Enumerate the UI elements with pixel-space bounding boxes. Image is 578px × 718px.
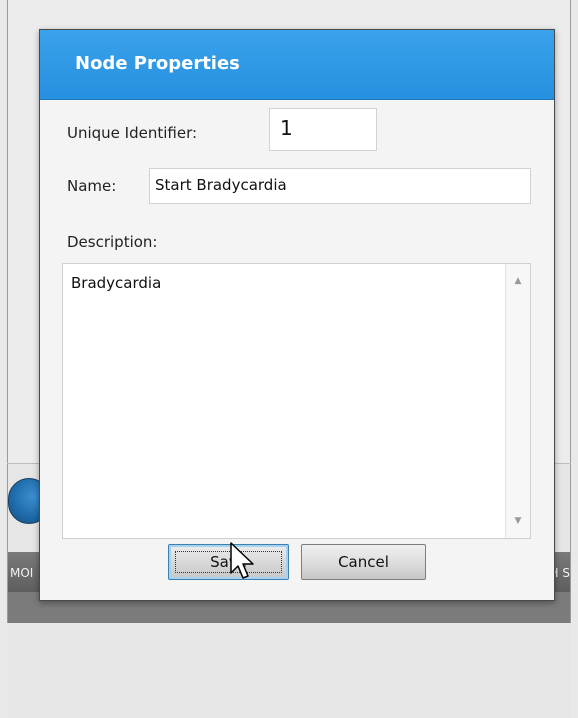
description-scrollbar[interactable]: ▲ ▼ (505, 264, 530, 538)
dialog-header: Node Properties (40, 30, 554, 100)
scroll-up-arrow-icon[interactable]: ▲ (506, 270, 530, 292)
name-field[interactable]: Start Bradycardia (149, 168, 531, 204)
cancel-button-label: Cancel (338, 553, 389, 571)
description-text: Bradycardia (71, 274, 162, 292)
name-label: Name: (67, 177, 117, 195)
mouse-pointer-icon (230, 542, 254, 579)
unique-identifier-label: Unique Identifier: (67, 124, 198, 142)
node-properties-dialog: Node Properties Unique Identifier: 1 Nam… (39, 29, 555, 601)
description-label: Description: (67, 233, 158, 251)
scroll-down-arrow-icon[interactable]: ▼ (506, 510, 530, 532)
description-textarea[interactable]: Bradycardia ▲ ▼ (62, 263, 531, 539)
dialog-title: Node Properties (75, 53, 240, 74)
background-status-left-text: MOI (10, 566, 34, 580)
cancel-button[interactable]: Cancel (301, 544, 426, 580)
unique-identifier-field[interactable]: 1 (269, 108, 377, 151)
